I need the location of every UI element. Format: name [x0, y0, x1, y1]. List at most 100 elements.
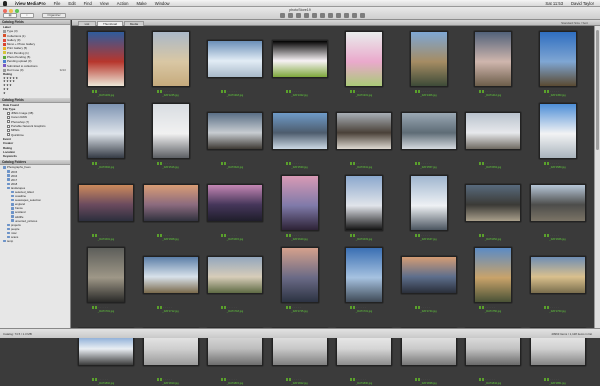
thumbnail-image[interactable] [271, 40, 328, 78]
thumbnail-cell[interactable]: · · · · · _DAT1502.jpg [74, 100, 138, 170]
menu-window[interactable]: Window [155, 1, 170, 6]
thumbnail-cell[interactable]: · · · · · _DAT1763.jpg [526, 244, 590, 314]
thumbnail-cell[interactable]: · · · · · _DAT1516.jpg [139, 100, 203, 170]
label-flag-icon[interactable] [546, 234, 549, 237]
label-flag-icon[interactable] [353, 162, 356, 165]
thumbnail-cell[interactable]: · · · · · _DAT1203.jpg [74, 28, 138, 98]
label-flag-icon[interactable] [482, 234, 485, 237]
checkbox-icon[interactable] [7, 133, 10, 137]
label-flag-icon[interactable] [159, 162, 162, 165]
thumbnail-cell[interactable]: · · · · · _DAT1541.jpg [332, 100, 396, 170]
thumbnail-cell[interactable]: · · · · · _DAT1652.jpg [461, 172, 525, 242]
thumbnail-image[interactable] [336, 112, 392, 150]
label-flag-icon[interactable] [543, 234, 546, 237]
label-flag-icon[interactable] [543, 90, 546, 93]
label-flag-icon[interactable] [543, 306, 546, 309]
label-flag-icon[interactable] [288, 306, 291, 309]
label-flag-icon[interactable] [92, 234, 95, 237]
menu-make[interactable]: Make [136, 1, 146, 6]
thumbnail-image[interactable] [207, 256, 263, 294]
label-flag-icon[interactable] [546, 90, 549, 93]
label-flag-icon[interactable] [414, 378, 417, 381]
checkbox-icon[interactable] [7, 128, 10, 132]
label-flag-icon[interactable] [285, 162, 288, 165]
tab-media[interactable]: Media [124, 21, 144, 26]
label-flag-icon[interactable] [285, 306, 288, 309]
label-flag-icon[interactable] [159, 306, 162, 309]
label-flag-icon[interactable] [92, 90, 95, 93]
rotate-right-icon[interactable] [304, 13, 309, 18]
menu-view[interactable]: View [100, 1, 109, 6]
thumbnail-cell[interactable]: · · · · · _DAT1666.jpg [526, 172, 590, 242]
thumbnail-cell[interactable]: · · · · · _DAT1580.jpg [526, 100, 590, 170]
label-flag-icon[interactable] [543, 378, 546, 381]
thumbnail-image[interactable] [207, 184, 263, 222]
label-flag-icon[interactable] [288, 162, 291, 165]
label-flag-icon[interactable] [224, 306, 227, 309]
label-flag-icon[interactable] [92, 378, 95, 381]
label-flag-icon[interactable] [156, 306, 159, 309]
vertical-scrollbar[interactable] [594, 26, 600, 328]
label-flag-icon[interactable] [546, 306, 549, 309]
thumbnail-cell[interactable]: · · · · · _DAT1318.jpg [203, 28, 267, 98]
apple-menu-icon[interactable] [3, 0, 7, 6]
thumbnail-cell[interactable]: · · · · · _DAT1750.jpg [461, 244, 525, 314]
label-flag-icon[interactable] [95, 378, 98, 381]
label-flag-icon[interactable] [285, 234, 288, 237]
thumbnail-image[interactable] [538, 31, 577, 87]
thumbnail-image[interactable] [271, 112, 328, 150]
thumbnail-cell[interactable]: · · · · · _DAT1615.jpg [203, 172, 267, 242]
print-icon[interactable] [336, 13, 341, 18]
label-flag-icon[interactable] [414, 90, 417, 93]
label-flag-icon[interactable] [546, 162, 549, 165]
app-menu[interactable]: iView MediaPro [15, 1, 46, 6]
sidebar-toggle-button[interactable]: ▤ [3, 13, 17, 18]
info-button[interactable]: i [20, 13, 34, 18]
thumbnail-image[interactable] [207, 40, 263, 78]
label-flag-icon[interactable] [221, 162, 224, 165]
label-flag-icon[interactable] [482, 306, 485, 309]
thumbnail-image[interactable] [400, 112, 457, 150]
thumbnail-cell[interactable]: · · · · · _DAT1530.jpg [268, 100, 332, 170]
thumbnail-image[interactable] [465, 184, 521, 222]
thumbnail-cell[interactable]: · · · · · _DAT1712.jpg [139, 244, 203, 314]
thumbnail-cell[interactable]: · · · · · _DAT1802.jpg [74, 316, 138, 386]
label-flag-icon[interactable] [350, 162, 353, 165]
thumbnail-cell[interactable]: · · · · · _DAT1557.jpg [397, 100, 461, 170]
label-flag-icon[interactable] [479, 162, 482, 165]
thumbnail-image[interactable] [280, 247, 319, 303]
label-flag-icon[interactable] [417, 378, 420, 381]
thumbnail-image[interactable] [465, 112, 521, 150]
thumbnail-image[interactable] [142, 184, 199, 222]
label-flag-icon[interactable] [95, 162, 98, 165]
label-flag-icon[interactable] [95, 306, 98, 309]
checkbox-icon[interactable] [7, 116, 10, 120]
label-flag-icon[interactable] [414, 162, 417, 165]
thumbnail-cell[interactable]: · · · · · _DAT1838.jpg [397, 316, 461, 386]
label-flag-icon[interactable] [350, 234, 353, 237]
thumbnail-image[interactable] [409, 175, 448, 231]
label-flag-icon[interactable] [417, 234, 420, 237]
checkbox-icon[interactable] [7, 120, 10, 124]
label-flag-icon[interactable] [159, 90, 162, 93]
label-flag-icon[interactable] [159, 378, 162, 381]
checkbox-icon[interactable] [7, 111, 10, 115]
thumbnail-image[interactable] [87, 31, 125, 87]
thumbnail-cell[interactable]: · · · · · _DAT1453.jpg [526, 28, 590, 98]
thumbnail-cell[interactable]: · · · · · _DAT1322.jpg [268, 28, 332, 98]
checkbox-icon[interactable] [7, 124, 10, 128]
thumbnail-image[interactable] [142, 256, 199, 294]
thumbnail-image[interactable] [400, 256, 457, 294]
label-flag-icon[interactable] [417, 306, 420, 309]
thumbnail-image[interactable] [345, 175, 383, 231]
label-flag-icon[interactable] [92, 162, 95, 165]
label-flag-icon[interactable] [350, 90, 353, 93]
label-flag-icon[interactable] [285, 90, 288, 93]
label-flag-icon[interactable] [285, 378, 288, 381]
rating-filter-item[interactable]: ★ [0, 91, 70, 96]
thumbnail-image[interactable] [87, 103, 125, 159]
label-flag-icon[interactable] [482, 378, 485, 381]
label-icon[interactable] [312, 13, 317, 18]
label-flag-icon[interactable] [543, 162, 546, 165]
tab-list[interactable]: List [78, 21, 96, 26]
